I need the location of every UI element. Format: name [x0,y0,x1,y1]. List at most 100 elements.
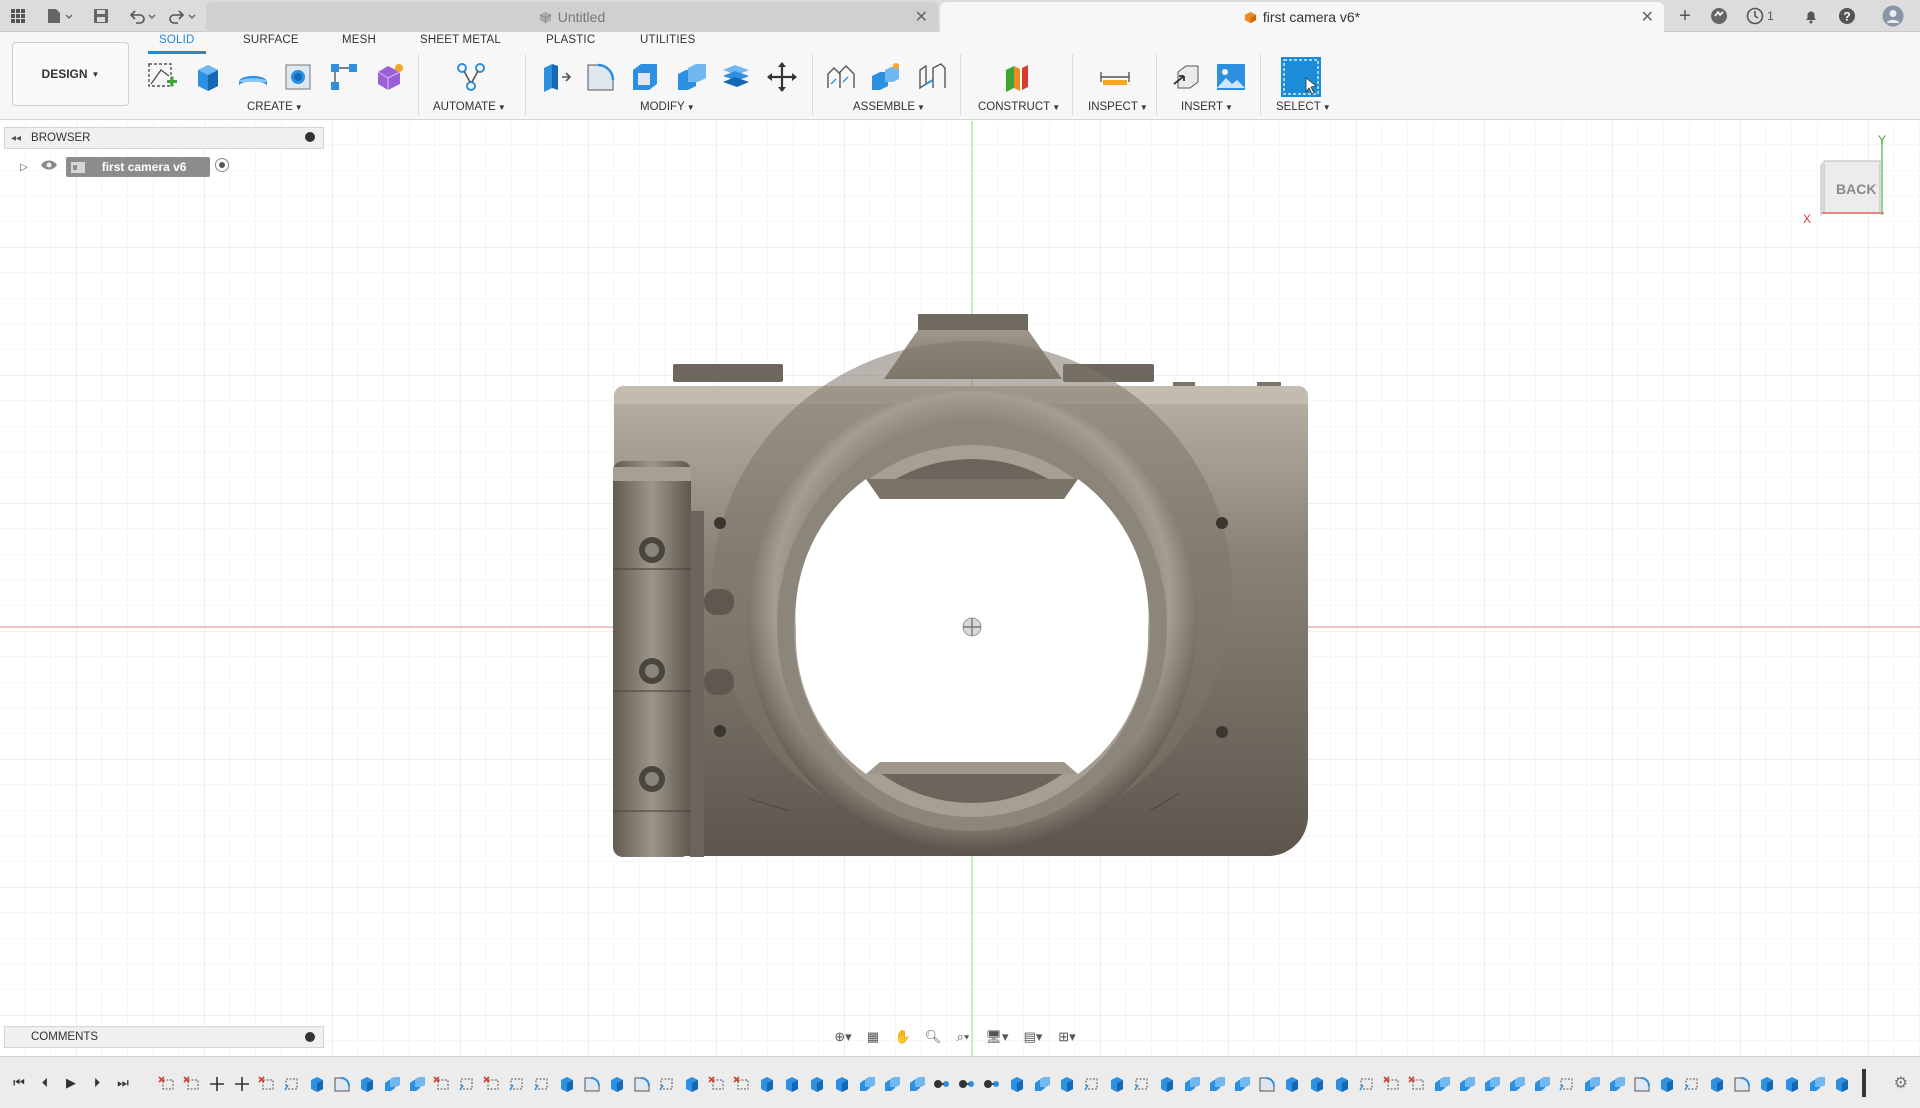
extrude-feature-icon[interactable] [1306,1075,1327,1093]
extrude-feature-icon[interactable] [1781,1075,1802,1093]
timeline-settings-gear-icon[interactable]: ⚙ [1894,1073,1908,1093]
go-to-end-icon[interactable]: ⏭ [112,1073,134,1093]
sketch-error-feature-icon[interactable] [481,1075,502,1093]
combine-feature-icon[interactable] [406,1075,427,1093]
sketch-error-feature-icon[interactable] [256,1075,277,1093]
assemble-menu[interactable]: ASSEMBLE ▼ [853,101,925,113]
combine-feature-icon[interactable] [1231,1075,1252,1093]
sketch-error-feature-icon[interactable] [181,1075,202,1093]
notifications-bell-icon[interactable] [1800,4,1822,28]
automate-menu[interactable]: AUTOMATE ▼ [433,101,506,113]
fillet-feature-icon[interactable] [1731,1075,1752,1093]
extrude-feature-icon[interactable] [356,1075,377,1093]
fillet-feature-icon[interactable] [1631,1075,1652,1093]
revolve-icon[interactable] [234,58,272,96]
extrude-feature-icon[interactable] [756,1075,777,1093]
app-grid-icon[interactable] [6,4,30,28]
joint-icon[interactable] [867,58,905,96]
create-sketch-icon[interactable] [143,58,181,96]
camera-model[interactable] [613,314,1308,857]
step-back-icon[interactable]: ⏴ [34,1073,56,1093]
viewports-icon[interactable]: ⊞▾ [1052,1026,1082,1048]
move-copy-icon[interactable] [763,58,801,96]
browser-panel-header[interactable]: ◂◂ BROWSER [4,127,324,149]
add-comment-icon[interactable] [305,1032,315,1042]
component-pill[interactable]: first camera v6 [65,157,211,177]
extrude-feature-icon[interactable] [681,1075,702,1093]
extrude-feature-icon[interactable] [556,1075,577,1093]
combine-feature-icon[interactable] [381,1075,402,1093]
create-menu[interactable]: CREATE ▼ [247,101,303,113]
extrude-feature-icon[interactable] [606,1075,627,1093]
step-forward-icon[interactable]: ⏵ [86,1073,108,1093]
extrude-feature-icon[interactable] [1756,1075,1777,1093]
fit-zoom-icon[interactable]: ⌕▾ [950,1026,976,1048]
combine-feature-icon[interactable] [1181,1075,1202,1093]
sketch-feature-icon[interactable] [456,1075,477,1093]
insert-canvas-icon[interactable] [1212,58,1250,96]
extrude-feature-icon[interactable] [806,1075,827,1093]
automate-icon[interactable] [452,58,490,96]
3d-viewport[interactable]: BACK X Y [0,121,1920,1057]
sketch-feature-icon[interactable] [1131,1075,1152,1093]
sketch-feature-icon[interactable] [1681,1075,1702,1093]
extrude-feature-icon[interactable] [1831,1075,1852,1093]
orbit-icon[interactable]: ⊕▾ [830,1026,856,1048]
help-icon[interactable]: ? [1836,4,1858,28]
extrude-feature-icon[interactable] [1331,1075,1352,1093]
fillet-feature-icon[interactable] [1256,1075,1277,1093]
tab-sheet-metal[interactable]: SHEET METAL [420,34,501,46]
comments-panel-header[interactable]: COMMENTS [4,1026,324,1048]
close-icon[interactable]: ✕ [1641,7,1654,27]
extensions-icon[interactable] [1708,4,1730,28]
extrude-feature-icon[interactable] [1156,1075,1177,1093]
move-feature-icon[interactable] [231,1075,252,1093]
combine-icon[interactable] [672,58,710,96]
sketch-feature-icon[interactable] [656,1075,677,1093]
sketch-feature-icon[interactable] [1556,1075,1577,1093]
as-built-joint-icon[interactable] [913,58,951,96]
joint-feature-icon[interactable] [981,1075,1002,1093]
tab-mesh[interactable]: MESH [342,34,376,46]
grid-settings-icon[interactable]: ▤▾ [1018,1026,1048,1048]
pattern-icon[interactable] [325,58,363,96]
zoom-icon[interactable]: 🔍︎ [920,1026,946,1048]
extrude-feature-icon[interactable] [306,1075,327,1093]
combine-feature-icon[interactable] [856,1075,877,1093]
origin-point-icon[interactable] [962,617,982,637]
user-avatar-icon[interactable] [1880,4,1906,28]
new-component-icon[interactable] [822,58,860,96]
offset-plane-icon[interactable] [998,58,1036,96]
insert-derive-icon[interactable] [1168,58,1206,96]
timeline-marker[interactable] [1862,1069,1866,1097]
browser-root-component[interactable]: ▷ first camera v6 [20,157,230,177]
sketch-error-feature-icon[interactable] [1381,1075,1402,1093]
construct-menu[interactable]: CONSTRUCT ▼ [978,101,1060,113]
select-icon[interactable] [1280,56,1322,98]
combine-feature-icon[interactable] [1506,1075,1527,1093]
tab-plastic[interactable]: PLASTIC [546,34,595,46]
visibility-eye-icon[interactable] [40,158,58,176]
sketch-error-feature-icon[interactable] [1406,1075,1427,1093]
inspect-menu[interactable]: INSPECT ▼ [1088,101,1148,113]
collapse-panel-icon[interactable]: ◂◂ [11,133,21,144]
select-menu[interactable]: SELECT ▼ [1276,101,1331,113]
undo-icon[interactable] [126,4,160,28]
sketch-feature-icon[interactable] [506,1075,527,1093]
combine-feature-icon[interactable] [1531,1075,1552,1093]
save-icon[interactable] [90,4,112,28]
file-menu-icon[interactable] [42,4,76,28]
combine-feature-icon[interactable] [1456,1075,1477,1093]
tab-utilities[interactable]: UTILITIES [640,34,695,46]
hole-icon[interactable] [279,58,317,96]
combine-feature-icon[interactable] [1206,1075,1227,1093]
insert-menu[interactable]: INSERT ▼ [1181,101,1233,113]
split-body-icon[interactable] [717,58,755,96]
workspace-switcher-button[interactable]: DESIGN ▼ [12,42,129,106]
fillet-feature-icon[interactable] [631,1075,652,1093]
sketch-feature-icon[interactable] [531,1075,552,1093]
joint-feature-icon[interactable] [956,1075,977,1093]
extrude-icon[interactable] [188,58,226,96]
combine-feature-icon[interactable] [1031,1075,1052,1093]
combine-feature-icon[interactable] [1606,1075,1627,1093]
